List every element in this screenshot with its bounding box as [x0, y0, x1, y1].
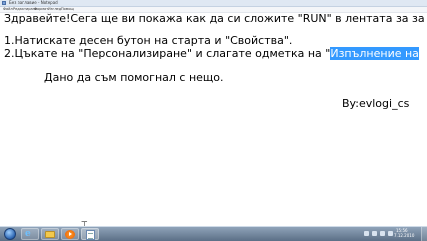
show-desktop-button[interactable] — [421, 227, 427, 241]
notepad-app-icon — [2, 1, 6, 5]
taskbar-internet-explorer[interactable]: e — [21, 228, 39, 240]
text-line-4: Дано да съм помогнал с нещо. — [44, 71, 224, 84]
text-editor-area[interactable]: Здравейте!Сега ще ви покажа как да си сл… — [0, 12, 427, 232]
keyboard-language-icon[interactable] — [364, 231, 369, 236]
taskbar-explorer[interactable] — [41, 228, 59, 240]
network-icon[interactable] — [380, 231, 385, 236]
internet-explorer-icon: e — [25, 229, 31, 239]
clock-date[interactable]: 7.12.2010 — [394, 233, 414, 238]
taskbar: e 15:56 7.12.2010 — [0, 226, 427, 241]
text-line-2: 1.Натискате десен бутон на старта и "Сво… — [4, 34, 293, 47]
text-line-3-prefix: 2.Цъкате на "Персонализиране" и слагате … — [4, 47, 331, 60]
action-center-flag-icon[interactable] — [372, 231, 377, 236]
volume-icon[interactable] — [388, 231, 393, 236]
selected-text: Изпълнение на — [330, 47, 419, 60]
notepad-icon — [86, 230, 95, 240]
taskbar-notepad[interactable] — [81, 228, 99, 240]
media-player-icon — [65, 230, 75, 239]
window-titlebar[interactable]: Без заглавие - Notepad — [0, 0, 427, 7]
taskbar-media-player[interactable] — [61, 228, 79, 240]
text-line-1: Здравейте!Сега ще ви покажа как да си сл… — [4, 12, 425, 25]
window-title: Без заглавие - Notepad — [9, 0, 58, 5]
text-line-3: 2.Цъкате на "Персонализиране" и слагате … — [4, 47, 419, 60]
start-button[interactable] — [4, 228, 16, 240]
signature-text: By:evlogi_cs — [342, 97, 410, 110]
folder-icon — [45, 231, 55, 238]
